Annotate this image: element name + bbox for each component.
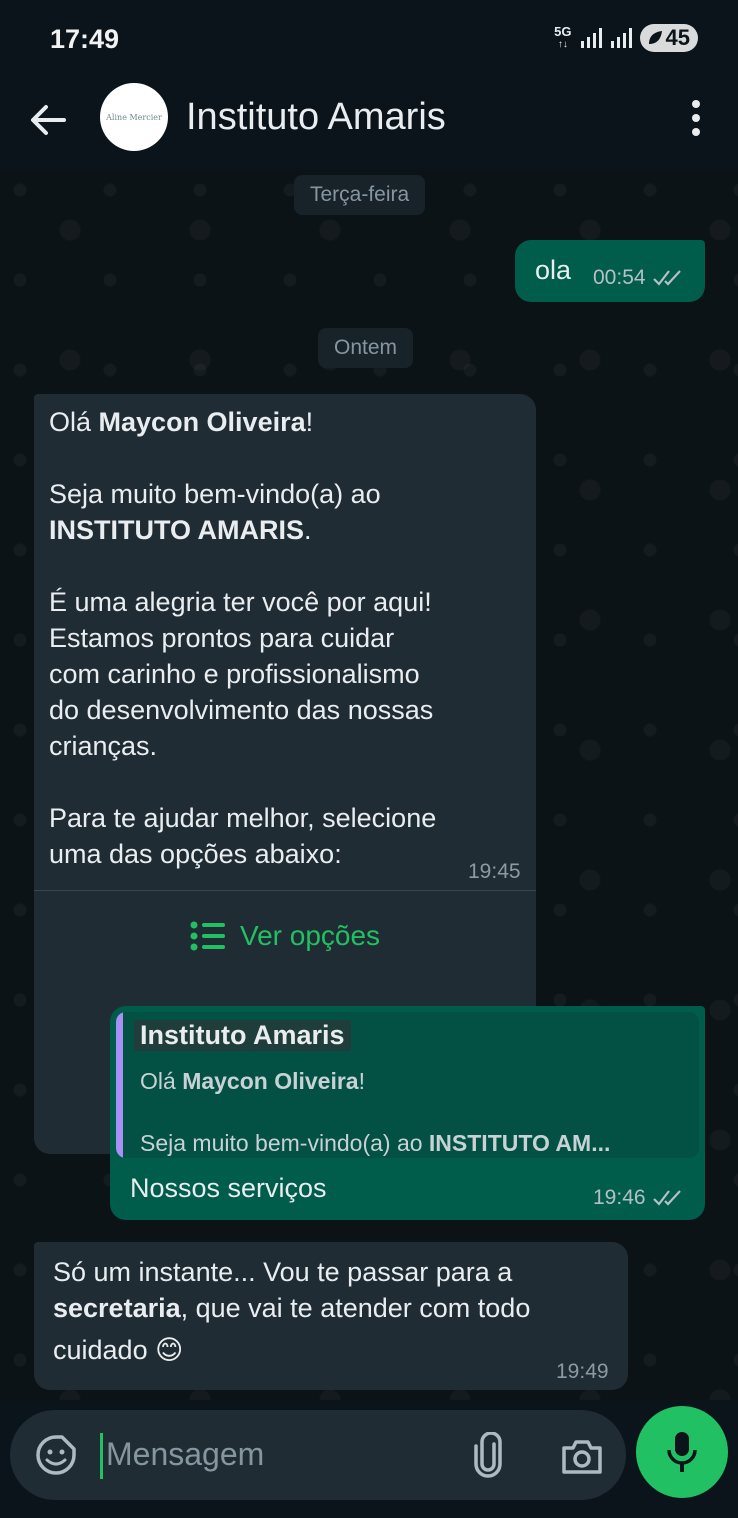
message-meta: 19:46 (593, 1186, 684, 1210)
message-line: com carinho e profissionalismo (49, 659, 420, 689)
quote-line: Olá Maycon Oliveira! (140, 1068, 365, 1094)
battery-indicator: 45 (639, 24, 698, 52)
battery-level: 45 (665, 25, 690, 50)
list-icon (190, 921, 225, 951)
voice-message-button[interactable] (636, 1406, 728, 1498)
battery-saver-icon (648, 31, 662, 44)
double-check-icon (652, 270, 681, 286)
avatar[interactable]: Aline Mercier (100, 83, 168, 151)
message-text: Nossos serviços (130, 1173, 327, 1203)
chat-header: Aline Mercier Instituto Amaris (0, 80, 738, 170)
text-caret (100, 1433, 103, 1479)
signal-icon (580, 28, 602, 48)
network-type-icon: 5G ↑↓ (554, 24, 572, 50)
quote-bar (116, 1012, 123, 1158)
message-time: 19:49 (556, 1360, 609, 1383)
message-line: cuidado 😊 (53, 1335, 184, 1365)
camera-icon[interactable] (560, 1434, 604, 1478)
status-bar: 17:49 5G ↑↓ 45 (0, 0, 738, 80)
message-line: Para te ajudar melhor, selecione (49, 803, 437, 833)
quote-author: Instituto Amaris (134, 1020, 351, 1051)
back-arrow-icon[interactable] (26, 98, 70, 142)
sticker-emoji-icon[interactable] (34, 1433, 78, 1477)
double-check-icon (652, 1190, 681, 1206)
date-separator: Terça-feira (294, 175, 426, 215)
incoming-message[interactable]: Só um instante... Vou te passar para a s… (34, 1242, 628, 1390)
smile-emoji-icon: 😊 (155, 1335, 184, 1365)
message-line: crianças. (49, 731, 158, 761)
view-options-label: Ver opções (239, 920, 381, 951)
status-time: 17:49 (50, 24, 120, 54)
message-line: secretaria, que vai te atender com todo (53, 1293, 531, 1323)
message-time: 19:45 (468, 860, 521, 883)
quoted-message[interactable]: Instituto Amaris Olá Maycon Oliveira! Se… (116, 1012, 699, 1158)
view-options-button[interactable]: Ver opções (34, 891, 536, 981)
outgoing-reply-message[interactable]: Instituto Amaris Olá Maycon Oliveira! Se… (110, 1006, 705, 1220)
message-line: Estamos prontos para cuidar (49, 623, 395, 653)
message-input[interactable]: Mensagem (10, 1410, 626, 1500)
quote-line: Seja muito bem-vindo(a) ao INSTITUTO AM.… (140, 1130, 611, 1156)
message-line: Seja muito bem-vindo(a) ao (49, 479, 381, 509)
date-separator: Ontem (318, 328, 414, 368)
chat-area[interactable]: Terça-feira ola 00:54 Ontem Olá Maycon O… (0, 170, 738, 1410)
message-line: É uma alegria ter você por aqui! (49, 587, 432, 617)
message-line: Só um instante... Vou te passar para a (53, 1257, 513, 1287)
message-time: 19:46 (593, 1186, 646, 1209)
message-placeholder: Mensagem (106, 1436, 265, 1472)
message-line: INSTITUTO AMARIS. (49, 515, 312, 545)
microphone-icon (667, 1432, 697, 1472)
avatar-logo-text: Aline Mercier (106, 112, 162, 122)
more-options-icon[interactable] (682, 98, 710, 138)
outgoing-message[interactable]: ola 00:54 (515, 240, 705, 302)
message-time: 00:54 (593, 266, 646, 289)
attach-icon[interactable] (470, 1432, 506, 1478)
message-text: ola (535, 255, 572, 285)
message-meta: 00:54 (593, 266, 684, 290)
message-composer: Mensagem (0, 1400, 738, 1518)
contact-name[interactable]: Instituto Amaris (186, 96, 446, 139)
message-line: Olá Maycon Oliveira! (49, 407, 314, 437)
signal-icon-2 (610, 28, 632, 48)
status-icons: 5G ↑↓ 45 (554, 24, 698, 52)
message-line: do desenvolvimento das nossas (49, 695, 434, 725)
message-line: uma das opções abaixo: (49, 839, 342, 869)
